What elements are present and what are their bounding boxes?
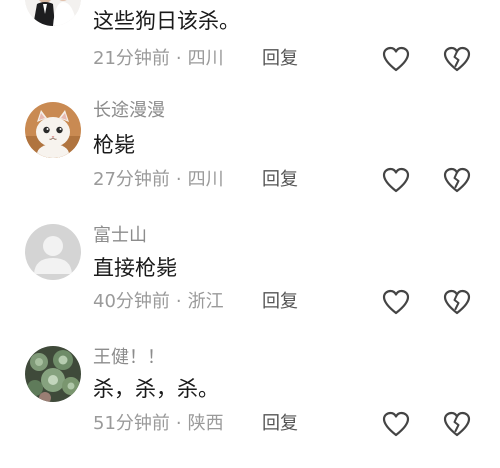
comment-location: 陕西: [187, 413, 224, 434]
heart-icon[interactable]: [381, 45, 411, 73]
broken-heart-icon[interactable]: [442, 166, 472, 194]
broken-heart-icon[interactable]: [442, 410, 472, 438]
white-cat-avatar-image: [25, 102, 81, 158]
comment-item: 王健！！ 杀，杀，杀。 51分钟前 · 陕西 回复: [0, 344, 500, 468]
default-person-avatar-image: [25, 224, 81, 280]
heart-icon[interactable]: [381, 288, 411, 316]
comment-username[interactable]: 富士山: [93, 225, 147, 247]
reply-button[interactable]: 回复: [262, 169, 298, 191]
reply-button[interactable]: 回复: [262, 413, 298, 435]
comment-location: 四川: [187, 169, 224, 190]
comment-time: 21分钟前: [93, 48, 170, 69]
heart-icon[interactable]: [381, 410, 411, 438]
comment-meta: 21分钟前 · 四川: [93, 48, 224, 70]
comment-time: 40分钟前: [93, 291, 170, 312]
meta-separator: ·: [175, 169, 182, 190]
broken-heart-icon[interactable]: [442, 288, 472, 316]
comment-item: 富士山 直接枪毙 40分钟前 · 浙江 回复: [0, 222, 500, 346]
comment-content: 杀，杀，杀。: [93, 377, 219, 401]
avatar[interactable]: [25, 0, 81, 26]
succulent-plant-avatar-image: [25, 346, 81, 402]
avatar[interactable]: [25, 346, 81, 402]
avatar[interactable]: [25, 102, 81, 158]
heart-icon[interactable]: [381, 166, 411, 194]
meta-separator: ·: [175, 48, 182, 69]
comment-time: 51分钟前: [93, 413, 170, 434]
avatar[interactable]: [25, 224, 81, 280]
meta-separator: ·: [175, 413, 182, 434]
comment-meta: 51分钟前 · 陕西: [93, 413, 224, 435]
wedding-photo-avatar-image: [25, 0, 81, 26]
comment-content: 直接枪毙: [93, 256, 177, 280]
broken-heart-icon[interactable]: [442, 45, 472, 73]
comment-username[interactable]: 王健！！: [93, 347, 165, 369]
comment-location: 四川: [187, 48, 224, 69]
comment-meta: 40分钟前 · 浙江: [93, 291, 224, 313]
reply-button[interactable]: 回复: [262, 48, 298, 70]
comment-content: 枪毙: [93, 133, 135, 157]
comment-item: 这些狗日该杀。 21分钟前 · 四川 回复: [0, 0, 500, 106]
comment-meta: 27分钟前 · 四川: [93, 169, 224, 191]
meta-separator: ·: [175, 291, 182, 312]
comment-time: 27分钟前: [93, 169, 170, 190]
comment-item: 长途漫漫 枪毙 27分钟前 · 四川 回复: [0, 100, 500, 224]
reply-button[interactable]: 回复: [262, 291, 298, 313]
comment-username[interactable]: 长途漫漫: [93, 100, 165, 122]
comment-location: 浙江: [187, 291, 224, 312]
comment-content: 这些狗日该杀。: [93, 9, 240, 33]
